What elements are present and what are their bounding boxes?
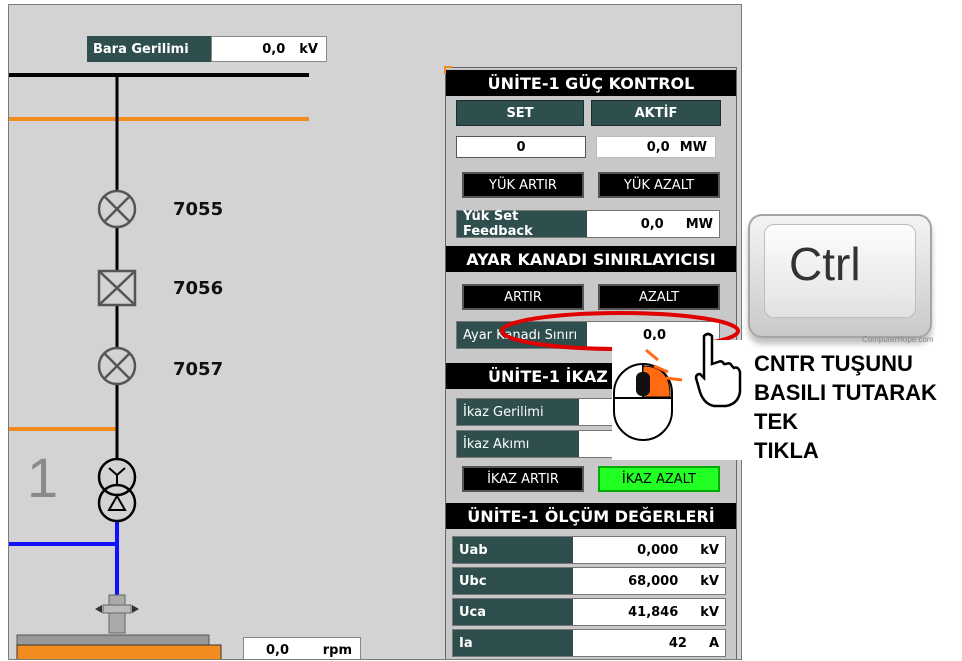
- measurement-value-ia: 42 A: [573, 630, 725, 656]
- measurement-value-uab: 0,000 kV: [573, 537, 725, 563]
- measurement-unit-ubc: kV: [700, 573, 719, 589]
- instruction-line-1: CNTR TUŞUNU: [754, 351, 913, 376]
- measurement-unit-uca: kV: [700, 604, 719, 620]
- active-button[interactable]: AKTİF: [591, 100, 721, 126]
- wicket-decrease-button[interactable]: AZALT: [598, 284, 720, 310]
- measurements-title: ÜNİTE-1 ÖLÇÜM DEĞERLERİ: [446, 503, 736, 529]
- set-button[interactable]: SET: [456, 100, 584, 126]
- measurement-row-ia: Ia 42 A: [452, 629, 726, 657]
- active-value-unit: MW: [679, 139, 707, 155]
- measurement-unit-uab: kV: [700, 542, 719, 558]
- ctrl-key-label: Ctrl: [789, 238, 861, 290]
- breaker-7056-symbol[interactable]: [97, 269, 137, 307]
- generator-shaft-symbol: [16, 594, 222, 659]
- unit-number: 1: [27, 446, 59, 509]
- load-set-feedback-label: Yük Set Feedback: [457, 209, 587, 239]
- excitation-current-label: İkaz Akımı: [457, 431, 579, 457]
- measurement-number-ubc: 68,000: [628, 573, 679, 589]
- ctrl-key-image: Ctrl: [748, 214, 932, 338]
- load-decrease-button[interactable]: YÜK AZALT: [598, 172, 720, 198]
- wicket-increase-button[interactable]: ARTIR: [462, 284, 584, 310]
- breaker-7057-symbol[interactable]: [97, 346, 137, 386]
- measurement-row-uca: Uca 41,846 kV: [452, 598, 726, 626]
- measurement-row-uab: Uab 0,000 kV: [452, 536, 726, 564]
- excitation-decrease-button[interactable]: İKAZ AZALT: [598, 466, 720, 492]
- measurement-label-ia: Ia: [453, 630, 573, 656]
- instruction-text: CNTR TUŞUNU BASILI TUTARAK TEK TIKLA: [754, 349, 937, 465]
- active-value-number: 0,0: [646, 139, 670, 155]
- load-set-feedback-number: 0,0: [640, 216, 664, 232]
- measurement-number-uca: 41,846: [628, 604, 679, 620]
- measurement-number-ia: 42: [668, 635, 687, 651]
- pointing-hand-icon: [694, 332, 742, 408]
- excitation-voltage-label: İkaz Gerilimi: [457, 399, 579, 425]
- set-value-input[interactable]: 0: [456, 136, 586, 158]
- wicket-limiter-title: AYAR KANADI SINIRLAYICISI: [446, 246, 736, 272]
- single-line-diagram: [16, 75, 222, 659]
- watermark: ComputerHope.com: [862, 335, 934, 344]
- measurement-label-ubc: Ubc: [453, 568, 573, 594]
- measurement-label-uab: Uab: [453, 537, 573, 563]
- breaker-7056-label: 7056: [173, 278, 224, 299]
- rpm-unit: rpm: [322, 642, 352, 658]
- instruction-line-3: TEK: [754, 409, 798, 434]
- breaker-7057-label: 7057: [173, 359, 224, 380]
- power-control-title: ÜNİTE-1 GÜÇ KONTROL: [446, 70, 736, 96]
- transformer-symbol: [97, 457, 137, 523]
- ctrl-key-top: Ctrl: [764, 224, 916, 318]
- breaker-7055-label: 7055: [173, 199, 224, 220]
- measurement-label-uca: Uca: [453, 599, 573, 625]
- instruction-line-2: BASILI TUTARAK: [754, 380, 937, 405]
- measurement-number-uab: 0,000: [637, 542, 679, 558]
- rpm-value: 0,0: [266, 642, 290, 658]
- load-set-feedback-row: Yük Set Feedback 0,0 MW: [456, 209, 720, 239]
- load-increase-button[interactable]: YÜK ARTIR: [462, 172, 584, 198]
- load-set-feedback-value: 0,0 MW: [587, 211, 719, 237]
- instruction-line-4: TIKLA: [754, 438, 819, 463]
- measurement-value-ubc: 68,000 kV: [573, 568, 725, 594]
- breaker-7055-symbol[interactable]: [97, 189, 137, 229]
- measurement-unit-ia: A: [708, 635, 719, 651]
- rpm-display: 0,0 rpm: [243, 637, 361, 659]
- active-value-display: 0,0 MW: [596, 136, 716, 158]
- measurement-value-uca: 41,846 kV: [573, 599, 725, 625]
- measurement-row-ubc: Ubc 68,000 kV: [452, 567, 726, 595]
- load-set-feedback-unit: MW: [685, 216, 713, 232]
- excitation-increase-button[interactable]: İKAZ ARTIR: [462, 466, 584, 492]
